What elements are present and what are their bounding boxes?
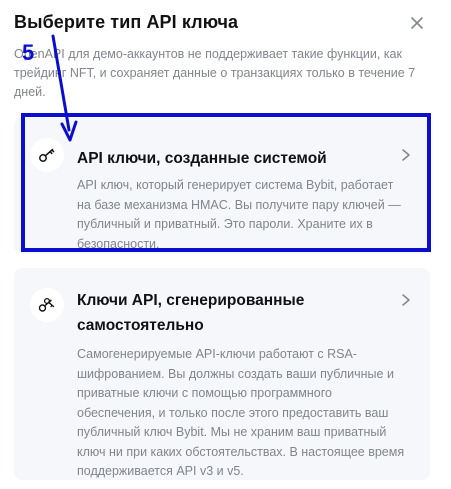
annotation-step-number: 5 bbox=[22, 40, 35, 65]
chevron-right-icon bbox=[400, 148, 412, 162]
close-icon[interactable] bbox=[408, 14, 426, 32]
dialog-title: Выберите тип API ключа bbox=[14, 12, 239, 32]
option-self-generated-keys[interactable]: Ключи API, сгенерированные самостоятельн… bbox=[14, 268, 430, 480]
chevron-right-icon bbox=[400, 293, 412, 307]
option-description: API ключ, который генерирует система Byb… bbox=[77, 178, 401, 251]
option-title: Ключи API, сгенерированные самостоятельн… bbox=[77, 292, 305, 334]
key-icon bbox=[30, 138, 64, 172]
keys-icon bbox=[30, 288, 64, 322]
dialog-description: OpenAPI для демо-аккаунтов не поддержива… bbox=[14, 47, 416, 99]
option-description: Самогенерируемые API-ключи работают с RS… bbox=[77, 347, 405, 478]
option-system-generated-keys[interactable]: API ключи, созданные системой API ключ, … bbox=[14, 118, 430, 254]
option-title: API ключи, созданные системой bbox=[77, 150, 327, 167]
